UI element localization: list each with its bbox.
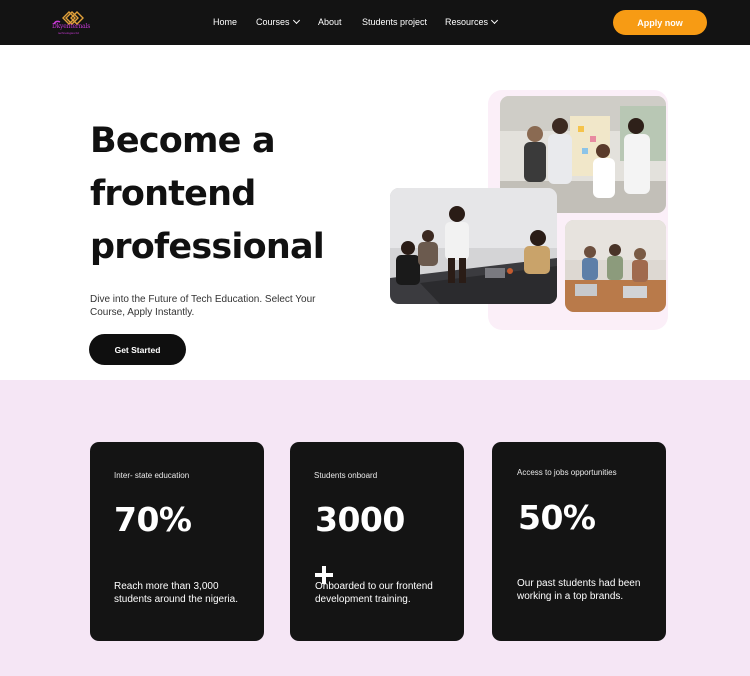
classroom-photo: [565, 220, 666, 312]
nav-courses[interactable]: Courses: [256, 16, 300, 27]
nav-resources[interactable]: Resources: [445, 16, 499, 27]
stat-label: Access to jobs opportunities: [517, 468, 617, 477]
nav-home-label: Home: [213, 17, 238, 27]
logo-text: Dkyenternals: [52, 23, 91, 30]
chevron-down-icon: [490, 16, 499, 25]
nav-courses-label: Courses: [256, 17, 290, 27]
stat-value: 70%: [114, 500, 192, 539]
stat-card: Students onboard 3000 Onboarded to our f…: [290, 442, 464, 641]
nav-about-label: About: [318, 17, 342, 27]
hero-title-line: Become a: [90, 121, 276, 161]
nav-about[interactable]: About: [318, 17, 342, 27]
hero-title-line: professional: [90, 227, 325, 267]
logo-subtext: technologies ltd: [58, 31, 79, 35]
hero-title: Become a frontend professional: [90, 115, 390, 274]
stat-card: Inter- state education 70% Reach more th…: [90, 442, 264, 641]
nav-resources-label: Resources: [445, 17, 489, 27]
stat-card: Access to jobs opportunities 50% Our pas…: [492, 442, 666, 641]
hero-title-line: frontend: [90, 174, 256, 214]
stat-description: Our past students had been working in a …: [517, 578, 641, 602]
chevron-down-icon: [292, 16, 300, 25]
stat-value: 50%: [518, 498, 596, 537]
stat-description: Onboarded to our frontend development tr…: [315, 581, 433, 605]
presentation-photo: [390, 188, 557, 304]
stat-value: 3000: [315, 500, 405, 539]
nav-students-project[interactable]: Students project: [362, 17, 427, 27]
nav-home[interactable]: Home: [213, 17, 237, 27]
stat-label: Students onboard: [314, 471, 378, 480]
get-started-button[interactable]: Get Started: [89, 334, 186, 365]
apply-now-button[interactable]: Apply now: [613, 10, 707, 35]
hero-subtitle: Dive into the Future of Tech Education. …: [90, 294, 316, 318]
nav-students-project-label: Students project: [362, 17, 428, 27]
stat-label: Inter- state education: [114, 471, 190, 480]
stat-description: Reach more than 3,000 students around th…: [114, 581, 238, 605]
top-navbar: Dkyenternals technologies ltd Home Cours…: [0, 0, 750, 45]
